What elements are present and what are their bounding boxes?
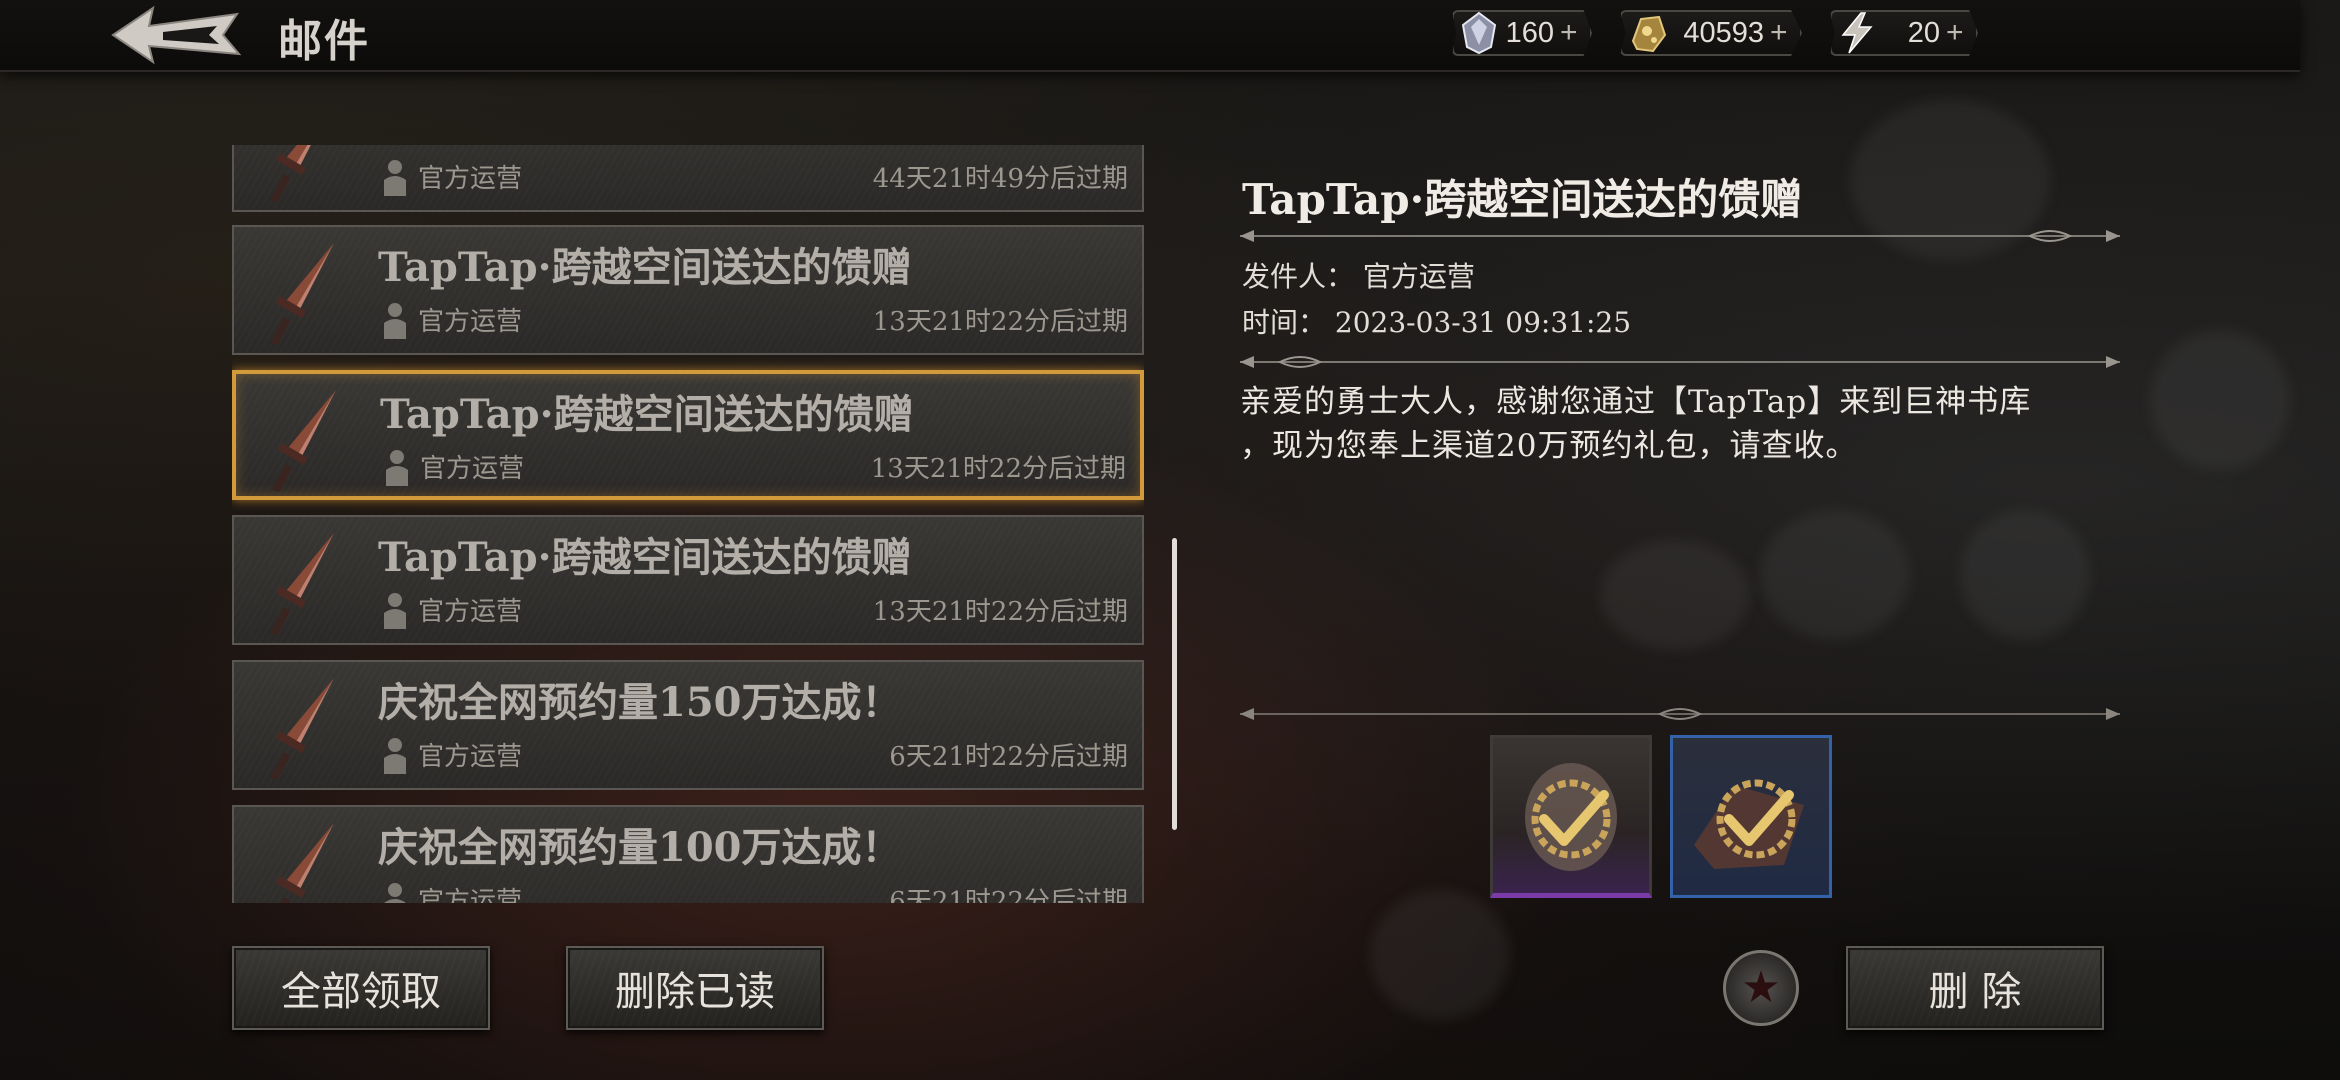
currency-gold[interactable]: 40593 + <box>1620 10 1802 56</box>
mail-expire-time: 13天21时22分后过期 <box>872 307 1128 337</box>
mail-item[interactable]: 官方运营 44天21时49分后过期 <box>232 145 1144 212</box>
back-arrow-icon <box>111 5 242 65</box>
mail-body: 亲爱的勇士大人，感谢您通过【TapTap】来到巨神书库 ，现为您奉上渠道20万预… <box>1240 380 2100 468</box>
mail-sender: 官方运营 <box>418 597 523 627</box>
mail-sender: 官方运营 <box>418 742 523 772</box>
sender-value: 官方运营 <box>1362 260 1475 293</box>
currency-gold-value: 40593 <box>1683 16 1764 49</box>
claim-all-button[interactable]: 全部领取 <box>232 946 490 1030</box>
currency-stamina-value: 20 <box>1907 16 1940 49</box>
page-title: 邮件 <box>278 16 370 67</box>
mail-body-line: ，现为您奉上渠道20万预约礼包，请查收。 <box>1240 428 1858 464</box>
background-decoration <box>1960 510 2090 640</box>
sword-icon <box>270 678 334 780</box>
mail-detail-title: TapTap·跨越空间送达的馈赠 <box>1242 175 1803 224</box>
gold-ore-icon <box>1622 10 1672 56</box>
mail-expire-time: 13天21时22分后过期 <box>870 454 1126 484</box>
mail-item[interactable]: 庆祝全网预约量100万达成！ 官方运营 6天21时22分后过期 <box>232 805 1144 903</box>
delete-button[interactable]: 删 除 <box>1846 946 2104 1030</box>
armor-item-icon <box>1694 779 1804 869</box>
mail-sender: 官方运营 <box>418 307 523 337</box>
add-gold-button[interactable]: + <box>1770 16 1800 50</box>
time-label: 时间： <box>1242 306 1327 339</box>
mail-item[interactable]: 庆祝全网预约量150万达成！ 官方运营 6天21时22分后过期 <box>232 660 1144 790</box>
person-icon <box>384 883 406 903</box>
mail-expire-time: 6天21时22分后过期 <box>889 742 1128 772</box>
ring-item-icon <box>1525 763 1617 871</box>
mail-sender: 官方运营 <box>418 887 523 903</box>
delete-read-button[interactable]: 删除已读 <box>566 946 824 1030</box>
mail-list-scrollbar[interactable] <box>1172 538 1177 830</box>
sword-icon <box>270 243 334 345</box>
divider <box>1240 356 2120 368</box>
mail-expire-time: 44天21时49分后过期 <box>872 164 1128 194</box>
sword-icon <box>270 533 334 635</box>
mail-item[interactable]: TapTap·跨越空间送达的馈赠 官方运营 13天21时22分后过期 <box>232 515 1144 645</box>
person-icon <box>384 303 406 339</box>
sword-icon <box>272 390 336 492</box>
mail-title: TapTap·跨越空间送达的馈赠 <box>380 391 914 438</box>
person-icon <box>384 160 406 196</box>
favorite-button[interactable]: ★ <box>1723 950 1799 1026</box>
mail-item[interactable]: TapTap·跨越空间送达的馈赠 官方运营 13天21时22分后过期 <box>232 225 1144 355</box>
top-bar: 邮件 160 + 40593 + 20 + <box>0 0 2300 72</box>
sword-icon <box>276 823 334 903</box>
person-icon <box>384 593 406 629</box>
stamina-bolt-icon <box>1832 10 1882 56</box>
background-decoration <box>1760 510 1910 640</box>
mail-title: TapTap·跨越空间送达的馈赠 <box>378 534 912 581</box>
mail-expire-time: 13天21时22分后过期 <box>872 597 1128 627</box>
mail-title: TapTap·跨越空间送达的馈赠 <box>378 244 912 291</box>
background-decoration <box>2150 330 2290 470</box>
person-icon <box>384 738 406 774</box>
mail-item-selected[interactable]: TapTap·跨越空间送达的馈赠 官方运营 13天21时22分后过期 <box>232 370 1144 500</box>
mail-body-line: 亲爱的勇士大人，感谢您通过【TapTap】来到巨神书库 <box>1240 384 2032 420</box>
mail-list[interactable]: 官方运营 44天21时49分后过期 TapTap·跨越空间送达的馈赠 官方运营 … <box>232 145 1144 903</box>
background-decoration <box>1600 540 1750 650</box>
mail-sender-line: 发件人： 官方运营 <box>1242 255 1475 295</box>
currency-crystal[interactable]: 160 + <box>1452 10 1592 56</box>
mail-sender: 官方运营 <box>418 164 523 194</box>
mail-title: 庆祝全网预约量150万达成！ <box>378 679 902 726</box>
add-crystal-button[interactable]: + <box>1560 16 1590 50</box>
add-stamina-button[interactable]: + <box>1946 16 1976 50</box>
sword-icon <box>270 145 311 202</box>
back-button[interactable] <box>105 4 245 66</box>
divider <box>1240 708 2120 720</box>
background-decoration <box>1370 890 1510 1020</box>
star-icon: ★ <box>1741 962 1781 1013</box>
attachment-item[interactable] <box>1490 735 1652 898</box>
currency-stamina[interactable]: 20 + <box>1830 10 1978 56</box>
mail-title: 庆祝全网预约量100万达成！ <box>378 824 902 871</box>
mail-sender: 官方运营 <box>420 454 525 484</box>
crystal-icon <box>1454 10 1504 56</box>
mail-expire-time: 6天21时22分后过期 <box>889 887 1128 903</box>
mail-time-line: 时间： 2023-03-31 09:31:25 <box>1242 301 1631 341</box>
person-icon <box>386 450 408 486</box>
sender-label: 发件人： <box>1242 260 1355 293</box>
time-value: 2023-03-31 09:31:25 <box>1334 306 1632 339</box>
currency-crystal-value: 160 <box>1505 16 1554 49</box>
divider <box>1240 230 2120 242</box>
attachment-item[interactable] <box>1670 735 1832 898</box>
